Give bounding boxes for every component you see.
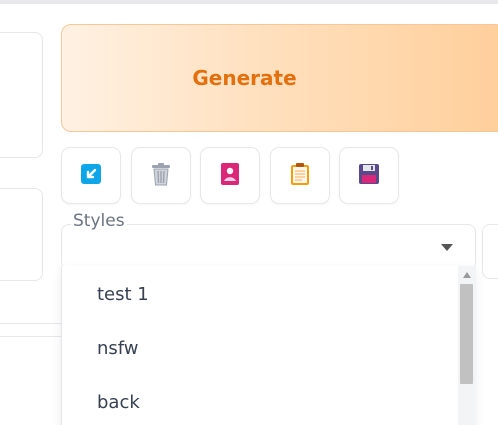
styles-label: Styles — [71, 211, 127, 231]
image-card-icon — [220, 162, 240, 190]
generate-button[interactable]: Generate — [61, 24, 498, 132]
scroll-up-arrow-icon[interactable] — [463, 272, 471, 278]
left-panel-top — [0, 32, 43, 158]
section-divider-2 — [0, 336, 62, 337]
clipboard-icon — [290, 162, 310, 190]
styles-option-back[interactable]: back — [97, 392, 140, 413]
image-button[interactable] — [200, 147, 260, 204]
paste-arrow-button[interactable] — [61, 147, 121, 204]
section-divider — [0, 323, 62, 324]
styles-option-nsfw[interactable]: nsfw — [97, 338, 139, 359]
trash-icon — [150, 162, 172, 190]
clipboard-button[interactable] — [270, 147, 330, 204]
generate-label: Generate — [192, 66, 297, 90]
save-button[interactable] — [339, 147, 399, 204]
arrow-down-left-icon — [80, 163, 102, 189]
styles-options-list: test 1 nsfw back — [61, 266, 476, 425]
trash-button[interactable] — [131, 147, 191, 204]
scrollbar-thumb[interactable] — [460, 284, 473, 384]
app-root: Generate Styles test 1 nsfw back — [0, 0, 498, 425]
right-edge-panel — [482, 224, 498, 279]
styles-option-test-1[interactable]: test 1 — [97, 284, 149, 305]
left-panel-bottom — [0, 188, 43, 281]
floppy-disk-icon — [358, 163, 380, 189]
top-border — [0, 0, 498, 4]
caret-down-icon[interactable] — [441, 244, 453, 251]
